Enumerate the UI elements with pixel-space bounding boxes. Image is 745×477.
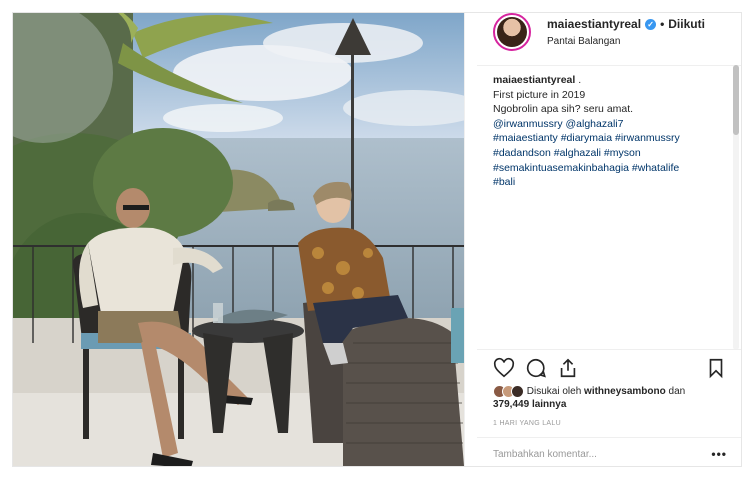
- username-line: maiaestiantyreal ✓ • Diikuti: [547, 17, 705, 31]
- follow-status-button[interactable]: Diikuti: [668, 17, 705, 31]
- avatar-image: [497, 17, 527, 47]
- caption-mentions[interactable]: @irwanmussry @alghazali7: [493, 117, 718, 132]
- post-timestamp[interactable]: 1 HARI YANG LALU: [493, 420, 561, 427]
- header-divider: [477, 65, 741, 66]
- separator-dot: •: [660, 17, 665, 31]
- comment-divider: [477, 437, 741, 438]
- comment-placeholder: Tambahkan komentar...: [493, 449, 597, 460]
- caption-hashtags[interactable]: #dadandson #alghazali #myson: [493, 146, 718, 161]
- post-header: maiaestiantyreal ✓ • Diikuti Pantai Bala…: [465, 13, 741, 53]
- post-caption: maiaestiantyreal . First picture in 2019…: [493, 73, 718, 190]
- location-link[interactable]: Pantai Balangan: [547, 36, 705, 47]
- liker-username-link[interactable]: withneysambono: [584, 386, 666, 397]
- likes-connector: dan: [668, 386, 686, 398]
- caption-line: First picture in 2019: [493, 88, 586, 101]
- heart-icon[interactable]: [493, 357, 515, 379]
- caption-hashtags[interactable]: #bali: [493, 175, 718, 190]
- header-text: maiaestiantyreal ✓ • Diikuti Pantai Bala…: [547, 17, 705, 47]
- liker-avatars[interactable]: [493, 385, 524, 398]
- scrollbar-thumb[interactable]: [733, 65, 739, 135]
- caption-username[interactable]: maiaestiantyreal: [493, 74, 575, 86]
- actions-divider: [477, 349, 741, 350]
- verified-badge-icon: ✓: [645, 18, 657, 30]
- post-photo[interactable]: [13, 13, 464, 466]
- profile-avatar[interactable]: [493, 13, 531, 51]
- likes-prefix: Disukai oleh: [526, 386, 582, 398]
- bookmark-icon[interactable]: [705, 357, 727, 379]
- likes-count[interactable]: 379,449: [493, 399, 529, 410]
- caption-hashtags[interactable]: #semakintuasemakinbahagia #whatalife: [493, 161, 718, 176]
- more-options-icon[interactable]: •••: [711, 447, 727, 461]
- caption-hashtags[interactable]: #maiaestianty #diarymaia #irwanmussry: [493, 131, 718, 146]
- post-photo-image: [13, 13, 464, 466]
- post-side-panel: maiaestiantyreal ✓ • Diikuti Pantai Bala…: [464, 13, 741, 466]
- likes-suffix[interactable]: lainnya: [532, 399, 566, 410]
- likes-summary: Disukai oleh withneysambono dan 379,449 …: [493, 385, 685, 411]
- username-link[interactable]: maiaestiantyreal: [547, 17, 641, 31]
- avatar: [511, 385, 524, 398]
- share-icon[interactable]: [557, 357, 579, 379]
- caption-line: Ngobrolin apa sih? seru amat.: [493, 103, 634, 116]
- instagram-post: maiaestiantyreal ✓ • Diikuti Pantai Bala…: [12, 12, 742, 467]
- post-actions: [493, 357, 727, 379]
- comment-input[interactable]: Tambahkan komentar... •••: [493, 447, 727, 461]
- comment-icon[interactable]: [525, 357, 547, 379]
- caption-after-user: .: [575, 74, 582, 86]
